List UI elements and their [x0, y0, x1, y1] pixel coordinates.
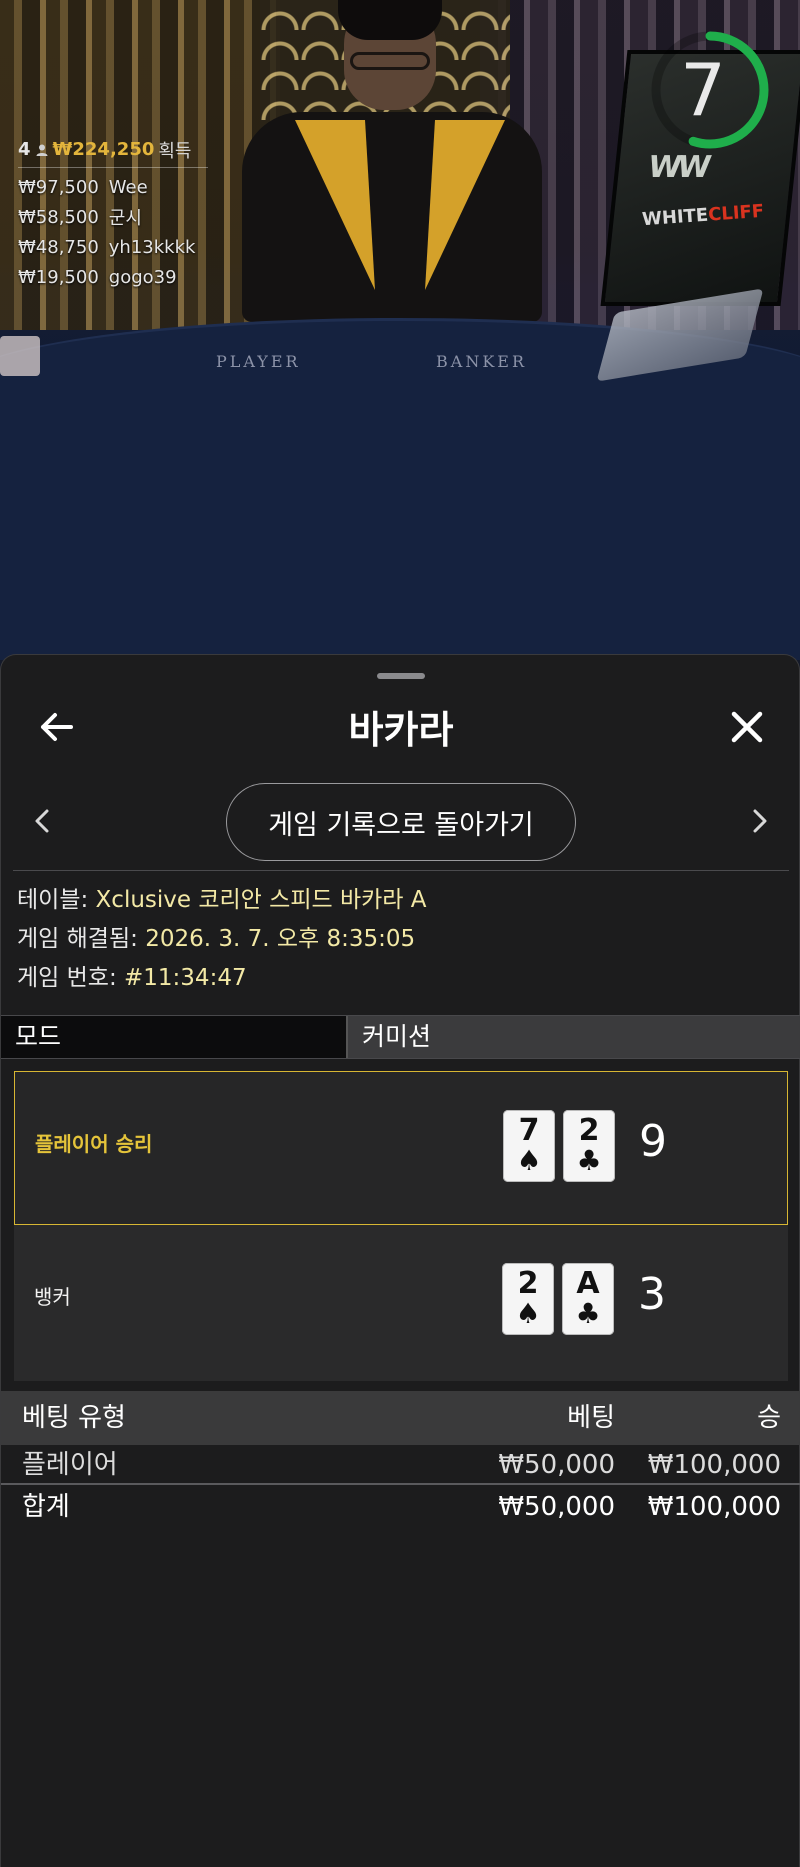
game-history-sheet: 바카라 게임 기록으로 돌아가기 테이블: Xclusive 코리안 스피드 바…	[0, 654, 800, 1867]
player-result-row: 플레이어 승리 7 ♠ 2 ♣ 9	[14, 1071, 788, 1225]
banker-cards: 2 ♠ A ♣	[502, 1263, 614, 1335]
playing-card: 2 ♣	[563, 1110, 615, 1182]
game-info: 테이블: Xclusive 코리안 스피드 바카라 A 게임 해결됨: 2026…	[17, 881, 426, 998]
winner-amount: ₩19,500	[18, 266, 99, 288]
header-bet-type: 베팅 유형	[22, 1403, 126, 1433]
chevron-left-icon	[35, 809, 49, 833]
winner-amount: ₩58,500	[18, 206, 99, 228]
bet-amount-cell: ₩50,000	[498, 1450, 615, 1480]
table-info: 테이블: Xclusive 코리안 스피드 바카라 A	[17, 881, 426, 920]
commission-label: 커미션	[346, 1016, 800, 1058]
card-rank: 2	[517, 1266, 539, 1301]
resolved-value: 2026. 3. 7. 오후 8:35:05	[145, 926, 416, 952]
header-win: 승	[757, 1403, 781, 1433]
sheet-title: 바카라	[348, 708, 454, 752]
table-row: 플레이어 ₩50,000 ₩100,000	[1, 1445, 800, 1485]
winner-row: ₩48,750 yh13kkkk	[18, 232, 208, 262]
card-rank: 2	[578, 1113, 600, 1148]
felt-player-label: PLAYER	[216, 352, 301, 371]
banker-result-row: 뱅커 2 ♠ A ♣ 3	[14, 1225, 788, 1379]
back-button[interactable]	[35, 705, 79, 749]
result-panel: 플레이어 승리 7 ♠ 2 ♣ 9 뱅커 2 ♠ A ♣ 3	[14, 1071, 788, 1381]
game-number-info: 게임 번호: #11:34:47	[17, 959, 426, 998]
winner-row: ₩19,500 gogo39	[18, 262, 208, 292]
spade-icon: ♠	[516, 1144, 542, 1177]
spade-icon: ♠	[515, 1297, 541, 1330]
game-number-label: 게임 번호:	[17, 965, 117, 991]
dealer-glasses	[350, 52, 430, 70]
player-cards: 7 ♠ 2 ♣	[503, 1110, 615, 1182]
total-bet: ₩50,000	[498, 1492, 615, 1522]
bet-type-cell: 플레이어	[22, 1450, 118, 1480]
resolved-label: 게임 해결됨:	[17, 926, 138, 952]
countdown-number: 7	[680, 48, 726, 132]
mode-label: 모드	[1, 1016, 346, 1058]
header-bet: 베팅	[567, 1403, 615, 1433]
drag-handle[interactable]	[377, 673, 425, 679]
club-icon: ♣	[576, 1144, 602, 1177]
resolved-info: 게임 해결됨: 2026. 3. 7. 오후 8:35:05	[17, 920, 426, 959]
game-number-value: #11:34:47	[124, 965, 247, 991]
close-icon	[731, 711, 763, 743]
winners-total: ₩224,250	[52, 139, 155, 160]
card-rank: 7	[518, 1113, 540, 1148]
winners-label: 획득	[158, 140, 192, 162]
total-win: ₩100,000	[647, 1492, 781, 1522]
mode-commission-row: 모드 커미션	[1, 1015, 800, 1059]
total-row: 합계 ₩50,000 ₩100,000	[1, 1487, 800, 1527]
arrow-left-icon	[41, 713, 73, 741]
banker-result-label: 뱅커	[34, 1285, 71, 1309]
win-amount-cell: ₩100,000	[647, 1450, 781, 1480]
winner-name: 군시	[108, 208, 142, 229]
winners-list: 4 ₩224,250 획득 ₩97,500 Wee ₩58,500 군시 ₩48…	[18, 138, 208, 292]
table-label: 테이블:	[17, 887, 89, 913]
close-button[interactable]	[725, 705, 769, 749]
winner-row: ₩97,500 Wee	[18, 172, 208, 202]
next-game-button[interactable]	[741, 803, 777, 839]
bets-table-header: 베팅 유형 베팅 승	[1, 1391, 800, 1445]
user-icon	[36, 144, 48, 156]
playing-card: 7 ♠	[503, 1110, 555, 1182]
divider	[13, 870, 789, 871]
winner-name: Wee	[108, 176, 148, 198]
live-video-stream: WW WHITECLIFF PLAYER BANKER 7 4 ₩224,250…	[0, 0, 800, 660]
felt-banker-label: BANKER	[436, 352, 527, 371]
winners-summary: 4 ₩224,250 획득	[18, 138, 208, 168]
back-to-history-button[interactable]: 게임 기록으로 돌아가기	[226, 783, 576, 861]
winners-count: 4	[18, 139, 31, 160]
brand-logo-icon: WW	[645, 150, 710, 185]
baccarat-table	[0, 318, 800, 660]
card-rank: A	[576, 1266, 600, 1301]
winner-amount: ₩97,500	[18, 176, 99, 198]
total-label: 합계	[22, 1492, 70, 1522]
player-result-label: 플레이어 승리	[35, 1132, 153, 1156]
chevron-right-icon	[753, 809, 767, 833]
club-icon: ♣	[575, 1297, 601, 1330]
winner-name: gogo39	[108, 266, 177, 288]
table-value: Xclusive 코리안 스피드 바카라 A	[95, 887, 427, 913]
dealer-hair	[338, 0, 442, 40]
previous-game-button[interactable]	[25, 803, 61, 839]
banker-score: 3	[638, 1269, 666, 1320]
winner-row: ₩58,500 군시	[18, 202, 208, 232]
playing-card: A ♣	[562, 1263, 614, 1335]
playing-card: 2 ♠	[502, 1263, 554, 1335]
card-discard	[0, 336, 40, 376]
player-score: 9	[639, 1116, 667, 1167]
winner-name: yh13kkkk	[108, 236, 196, 258]
winner-amount: ₩48,750	[18, 236, 99, 258]
